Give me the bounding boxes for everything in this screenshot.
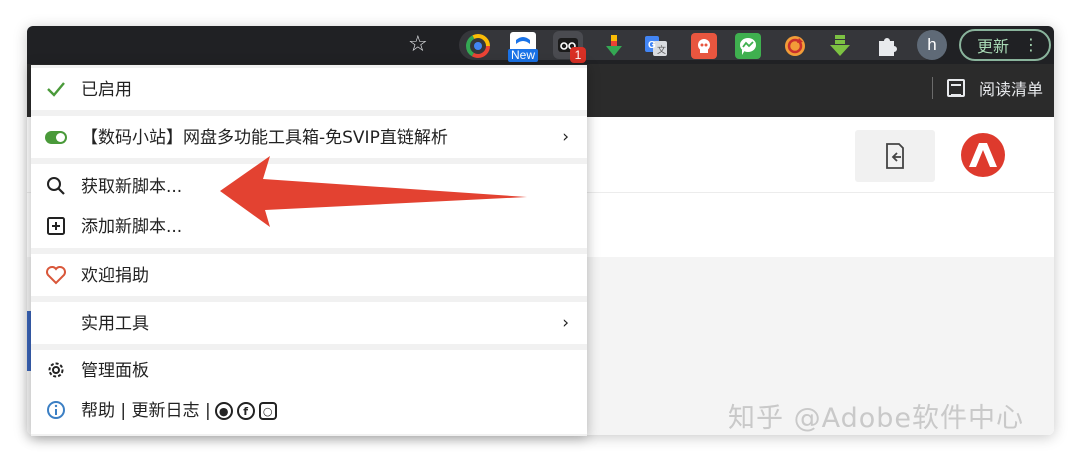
instagram-icon[interactable]: ○	[258, 402, 277, 420]
tampermonkey-menu: 已启用 【数码小站】网盘多功能工具箱-免SVIP直链解析 › 获取新脚本... …	[31, 65, 587, 436]
new-extension-icon[interactable]: New	[508, 30, 538, 62]
menu-item-label: 获取新脚本...	[81, 177, 183, 197]
notification-badge: 1	[570, 47, 586, 63]
plus-square-icon	[44, 215, 68, 237]
watermark: 知乎 @Adobe软件中心	[728, 403, 1024, 434]
chrome-color-icon[interactable]	[465, 33, 491, 59]
menu-item-dashboard[interactable]: 管理面板	[31, 352, 587, 388]
reading-list-icon	[947, 79, 965, 97]
more-menu-icon[interactable]: ⋮	[1023, 36, 1039, 54]
new-badge: New	[510, 48, 535, 62]
profile-avatar[interactable]: h	[917, 30, 947, 60]
reading-list-label: 阅读清单	[979, 80, 1044, 99]
profile-initial: h	[927, 35, 937, 54]
search-icon	[44, 175, 68, 197]
divider	[932, 77, 933, 99]
svg-text:文: 文	[657, 44, 666, 55]
red-extension-icon[interactable]	[691, 33, 717, 59]
gear-icon	[44, 359, 68, 381]
google-translate-icon[interactable]: G 文	[643, 33, 669, 59]
messenger-icon[interactable]	[735, 33, 761, 59]
menu-section: 【数码小站】网盘多功能工具箱-免SVIP直链解析 ›	[31, 116, 587, 158]
sync-icon[interactable]	[782, 33, 808, 59]
github-icon[interactable]: ●	[214, 402, 233, 420]
check-icon	[44, 78, 68, 100]
menu-section: 已启用	[31, 68, 587, 110]
menu-item-label: 实用工具	[81, 314, 149, 334]
info-icon	[44, 399, 68, 421]
menu-item-help[interactable]: 帮助 | 更新日志 | ● f ○	[31, 392, 587, 428]
menu-item-label: 【数码小站】网盘多功能工具箱-免SVIP直链解析	[81, 128, 448, 148]
adobe-logo-icon[interactable]	[961, 133, 1005, 177]
document-return-icon	[886, 143, 904, 169]
chevron-right-icon: ›	[562, 313, 569, 333]
help-row: 帮助 | 更新日志 | ● f ○	[81, 400, 279, 422]
menu-item-label: 帮助 | 更新日志 |	[81, 401, 211, 421]
reading-list-button[interactable]: 阅读清单	[932, 76, 1043, 100]
update-label: 更新	[977, 37, 1010, 56]
menu-item-label: 欢迎捐助	[81, 266, 149, 286]
heart-icon	[44, 264, 68, 286]
menu-item-utilities[interactable]: 实用工具 ›	[31, 305, 587, 341]
bookmark-star-icon[interactable]: ☆	[408, 31, 428, 59]
document-button[interactable]	[855, 130, 935, 182]
puzzle-icon[interactable]	[874, 33, 900, 59]
menu-section: 欢迎捐助	[31, 254, 587, 296]
toggle-on-icon	[44, 126, 68, 148]
red-arrow-annotation	[220, 156, 527, 227]
menu-item-donate[interactable]: 欢迎捐助	[31, 257, 587, 293]
update-button[interactable]: 更新 ⋮	[959, 29, 1051, 61]
facebook-icon[interactable]: f	[236, 402, 255, 420]
green-download-icon[interactable]	[827, 33, 853, 59]
menu-item-label: 添加新脚本...	[81, 217, 183, 237]
tampermonkey-icon[interactable]: 1	[553, 31, 586, 63]
browser-toolbar: ☆ New 1 G 文 h 更新 ⋮	[27, 26, 1054, 64]
menu-section: 管理面板 帮助 | 更新日志 | ● f ○	[31, 350, 587, 434]
menu-item-script[interactable]: 【数码小站】网盘多功能工具箱-免SVIP直链解析 ›	[31, 119, 587, 155]
menu-section: 实用工具 ›	[31, 302, 587, 344]
menu-item-label: 管理面板	[81, 361, 149, 381]
chevron-right-icon: ›	[562, 127, 569, 147]
menu-item-enabled[interactable]: 已启用	[31, 71, 587, 107]
svg-text:G: G	[648, 40, 656, 51]
download-arrow-icon[interactable]	[601, 33, 627, 59]
menu-item-label: 已启用	[81, 80, 132, 100]
